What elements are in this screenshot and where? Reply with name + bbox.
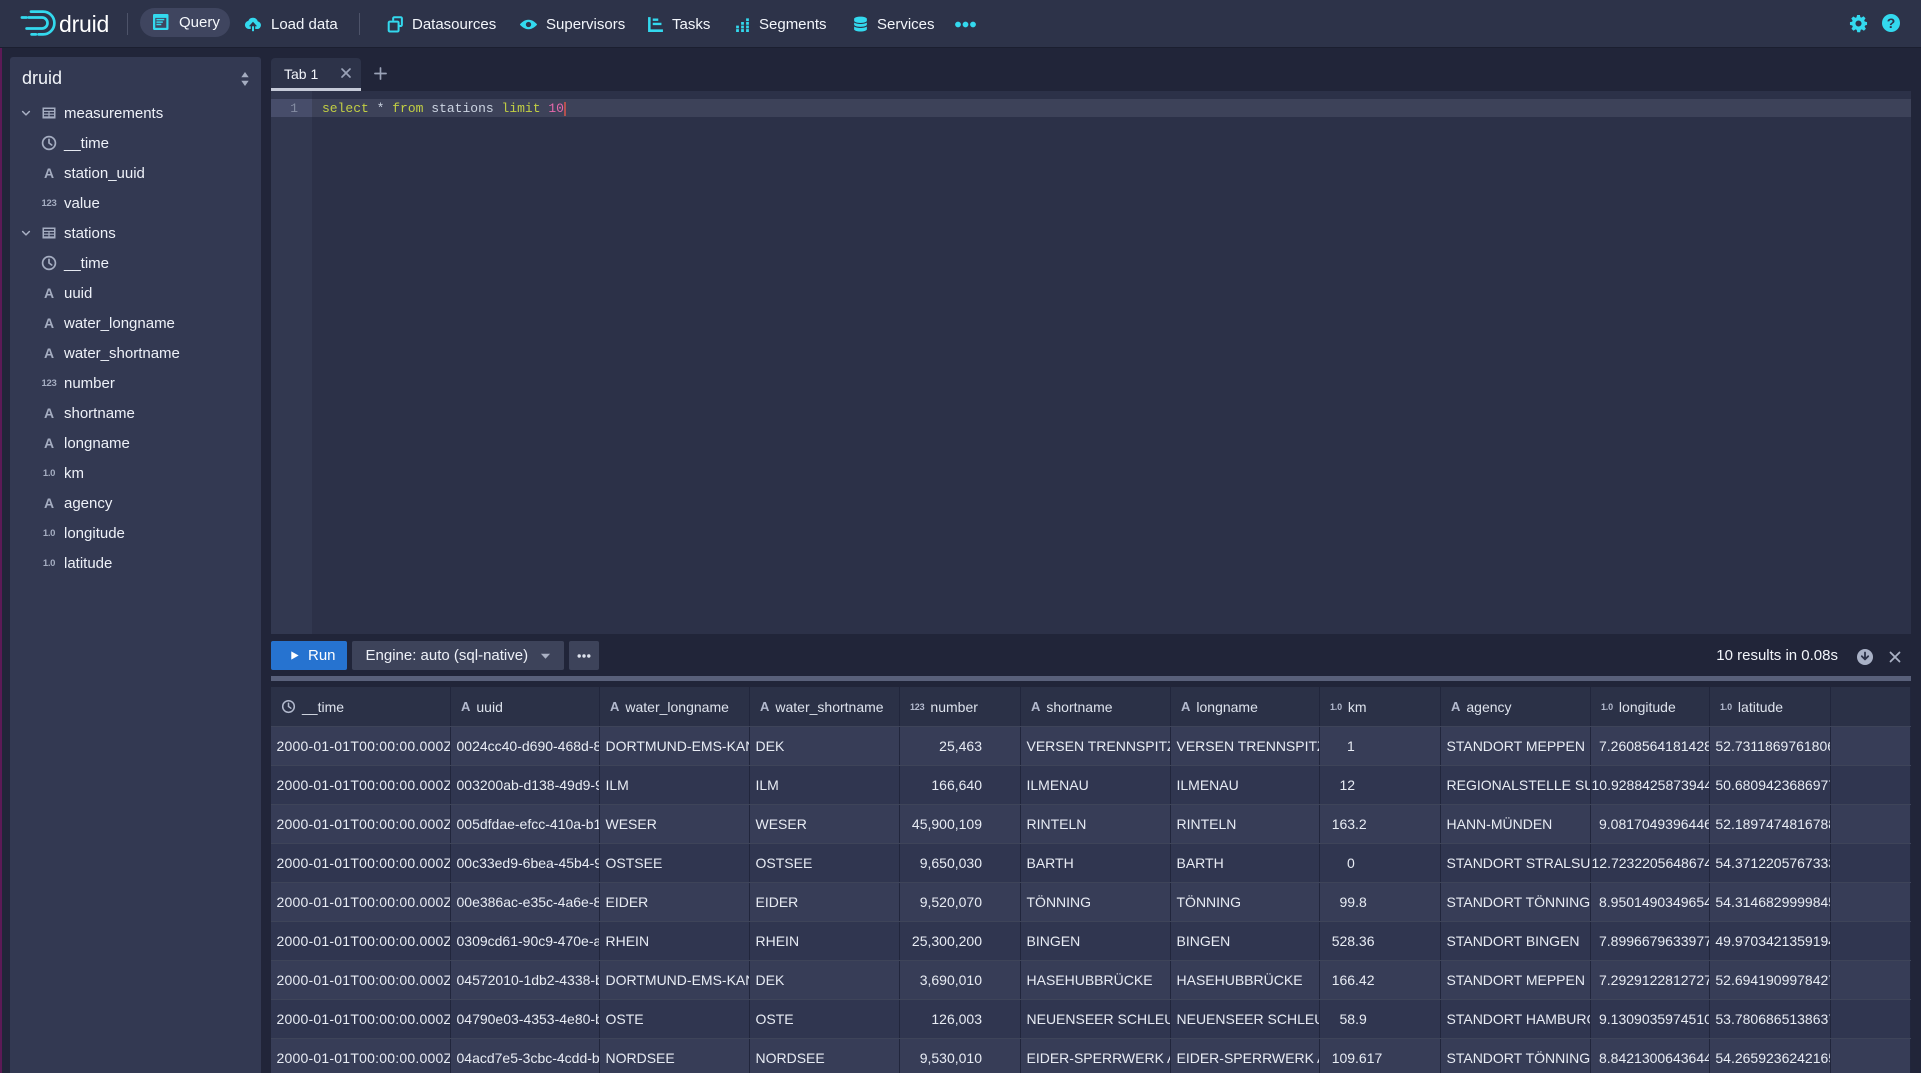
svg-text:?: ?: [1887, 15, 1896, 31]
